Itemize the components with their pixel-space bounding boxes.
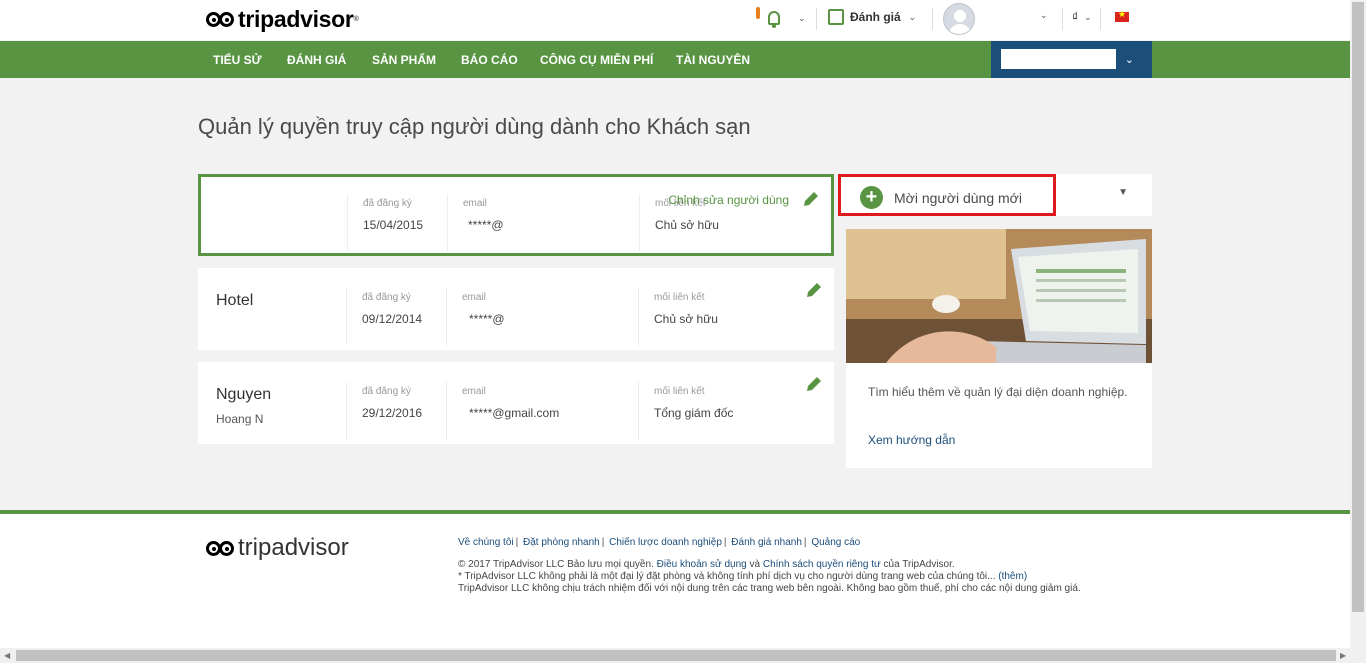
user-card[interactable]: Hotel đã đăng ký 09/12/2014 email *****@…	[198, 268, 834, 350]
invite-new-user-panel: + Mời người dùng mới ▼	[838, 174, 1152, 216]
and-text: và	[749, 559, 761, 570]
nav-item-free-tools[interactable]: CÔNG CỤ MIỄN PHÍ	[540, 53, 653, 67]
user-card[interactable]: đã đăng ký 15/04/2015 email *****@ mối l…	[198, 174, 834, 256]
edit-review-icon	[828, 9, 844, 25]
horizontal-scroll-thumb[interactable]	[16, 650, 1336, 661]
vietnam-flag-icon[interactable]	[1115, 9, 1129, 22]
dropdown-caret-icon[interactable]: ▼	[1118, 187, 1128, 198]
chevron-down-icon: ⌄	[1040, 10, 1048, 20]
registered-column: đã đăng ký 09/12/2014	[346, 288, 446, 346]
user-avatar[interactable]	[943, 3, 975, 35]
more-link[interactable]: (thêm)	[998, 571, 1027, 582]
relation-value: Chủ sở hữu	[655, 218, 719, 232]
registered-date: 29/12/2016	[362, 406, 423, 420]
terms-link[interactable]: Điều khoản sử dụng	[657, 559, 747, 570]
footer-link-advertising[interactable]: Quảng cáo	[811, 537, 860, 548]
registered-label: đã đăng ký	[362, 386, 411, 397]
footer-link-business-strategy[interactable]: Chiến lược doanh nghiệp	[609, 537, 722, 548]
footer-link-quick-review[interactable]: Đánh giá nhanh	[731, 537, 802, 548]
relation-label: mối liên kết	[654, 292, 705, 303]
profile-menu-toggle[interactable]: ⌄	[1040, 10, 1048, 21]
email-column: email *****@gmail.com	[446, 382, 638, 440]
review-menu-label: Đánh giá	[850, 10, 901, 24]
plus-circle-icon: +	[860, 186, 883, 209]
laptop-photo	[846, 229, 1152, 363]
chevron-down-icon: ⌄	[1084, 11, 1092, 22]
nav-item-profile[interactable]: TIỂU SỬ	[213, 53, 262, 67]
nav-item-resources[interactable]: TÀI NGUYÊN	[676, 53, 750, 67]
logo-registered-mark: ®	[353, 16, 359, 23]
pencil-icon[interactable]	[804, 374, 824, 394]
top-header: tripadvisor ® ⌄ Đánh giá ⌄ ⌄ ₫ ⌄	[0, 0, 1350, 40]
privacy-link[interactable]: Chính sách quyền riêng tư	[763, 559, 881, 570]
footer-links: Về chúng tôi | Đặt phòng nhanh | Chiến lượ…	[458, 537, 861, 548]
pencil-icon[interactable]	[801, 189, 821, 209]
user-subname: Hoang N	[216, 412, 264, 426]
email-value: *****@	[468, 218, 504, 232]
relation-column: mối liên kết Chủ sở hữu	[638, 288, 788, 346]
owl-logo-icon	[206, 540, 234, 556]
owl-logo-icon	[206, 12, 234, 27]
email-value: *****@gmail.com	[469, 406, 560, 420]
vertical-scroll-thumb[interactable]	[1352, 2, 1364, 612]
registered-label: đã đăng ký	[362, 292, 411, 303]
bell-icon	[768, 11, 780, 28]
relation-value: Tổng giám đốc	[654, 406, 734, 420]
scroll-left-arrow-icon[interactable]: ◀	[4, 651, 10, 660]
write-review-menu[interactable]: Đánh giá ⌄	[828, 9, 916, 25]
nav-item-reviews[interactable]: ĐÁNH GIÁ	[287, 53, 346, 67]
footer-link-quick-booking[interactable]: Đặt phòng nhanh	[523, 537, 600, 548]
chevron-down-icon: ⌄	[908, 11, 917, 22]
page-title: Quản lý quyền truy cập người dùng dành c…	[198, 114, 751, 139]
copyright-text: © 2017 TripAdvisor LLC Bảo lưu mọi quyền…	[458, 559, 654, 570]
tripadvisor-logo[interactable]: tripadvisor ®	[206, 8, 359, 31]
registered-date: 15/04/2015	[363, 218, 424, 232]
nav-item-reports[interactable]: BÁO CÁO	[461, 53, 518, 67]
user-card[interactable]: Nguyen Hoang N đã đăng ký 29/12/2016 ema…	[198, 362, 834, 444]
disclaimer-text: * TripAdvisor LLC không phải là một đại …	[458, 571, 996, 582]
horizontal-scrollbar[interactable]: ◀ ▶	[0, 648, 1366, 663]
property-name-field	[1001, 49, 1116, 69]
registered-column: đã đăng ký 29/12/2016	[346, 382, 446, 440]
notification-indicator-icon	[756, 7, 760, 19]
email-label: email	[462, 292, 486, 303]
registered-label: đã đăng ký	[363, 198, 412, 209]
email-value: *****@	[469, 312, 505, 326]
property-selector[interactable]: ⌄	[991, 41, 1152, 78]
chevron-down-icon: ⌄	[798, 12, 806, 23]
currency-symbol: ₫	[1072, 10, 1079, 24]
promo-description: Tìm hiểu thêm về quản lý đại diện doanh …	[868, 385, 1128, 399]
pencil-icon[interactable]	[804, 280, 824, 300]
currency-selector[interactable]: ₫ ⌄	[1072, 10, 1092, 24]
view-guide-link[interactable]: Xem hướng dẫn	[868, 433, 955, 447]
promo-card: Tìm hiểu thêm về quản lý đại diện doanh …	[846, 229, 1152, 468]
invite-new-user-button[interactable]: + Mời người dùng mới	[838, 174, 1056, 216]
relation-label: mối liên kết	[654, 386, 705, 397]
user-name: Nguyen	[216, 386, 272, 403]
scroll-right-arrow-icon[interactable]: ▶	[1340, 651, 1346, 660]
disclaimer-text-2: TripAdvisor LLC không chịu trách nhiệm đ…	[458, 583, 1081, 594]
footer-logo[interactable]: tripadvisor	[206, 536, 349, 560]
registered-date: 09/12/2014	[362, 312, 423, 326]
email-column: email *****@	[446, 288, 638, 346]
footer: tripadvisor Về chúng tôi | Đặt phòng nhan…	[0, 510, 1350, 648]
email-label: email	[462, 386, 486, 397]
invite-new-user-label: Mời người dùng mới	[894, 190, 1022, 206]
registered-column: đã đăng ký 15/04/2015	[347, 194, 447, 252]
relation-value: Chủ sở hữu	[654, 312, 718, 326]
notifications-button[interactable]: ⌄	[768, 11, 806, 28]
email-column: email *****@	[447, 194, 639, 252]
user-name: Hotel	[216, 292, 254, 309]
edit-user-link[interactable]: Chỉnh sửa người dùng	[668, 193, 789, 207]
logo-text: tripadvisor	[238, 6, 354, 32]
copyright-suffix: của TripAdvisor.	[883, 559, 955, 570]
footer-legal: © 2017 TripAdvisor LLC Bảo lưu mọi quyền…	[458, 559, 1098, 595]
vertical-scrollbar[interactable]	[1350, 0, 1366, 648]
nav-item-products[interactable]: SẢN PHẨM	[372, 53, 436, 67]
relation-column: mối liên kết Tổng giám đốc	[638, 382, 788, 440]
chevron-down-icon: ⌄	[1124, 54, 1134, 66]
footer-logo-text: tripadvisor	[238, 534, 349, 561]
footer-link-about[interactable]: Về chúng tôi	[458, 537, 514, 548]
email-label: email	[463, 198, 487, 209]
